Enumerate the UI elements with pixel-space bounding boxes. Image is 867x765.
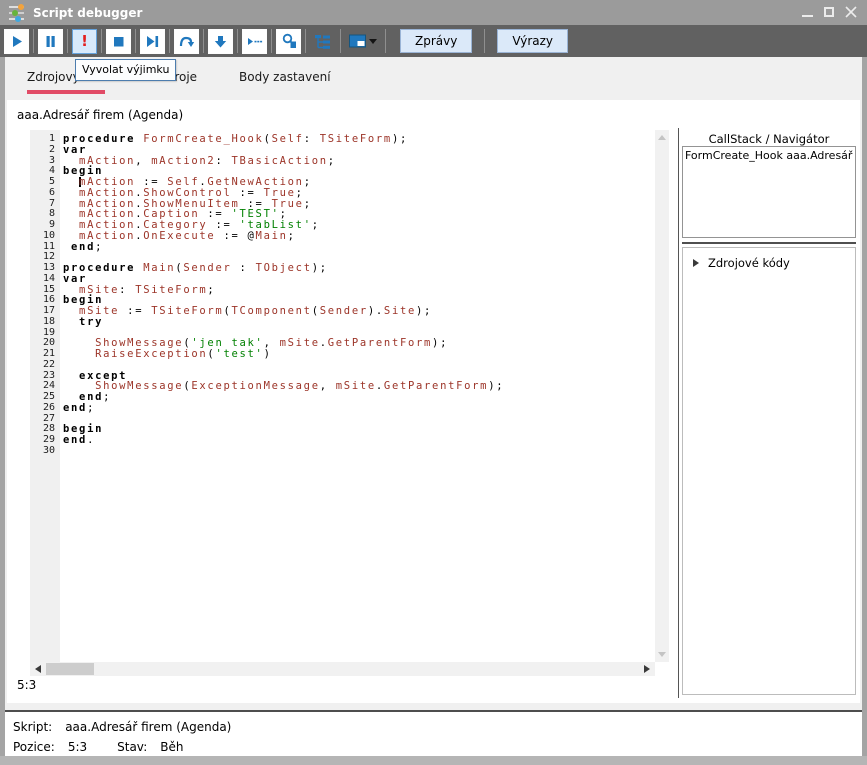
expand-arrow-icon[interactable] (693, 259, 699, 267)
vertical-scrollbar[interactable] (655, 130, 669, 662)
callstack-tree-button[interactable] (310, 29, 336, 53)
scroll-right-icon[interactable] (644, 665, 650, 673)
toolbar-separator (135, 29, 136, 53)
minimize-icon[interactable] (802, 15, 813, 17)
script-value: aaa.Adresář firem (Agenda) (65, 718, 231, 738)
status-bar: Skript: aaa.Adresář firem (Agenda) Pozic… (0, 710, 867, 756)
raise-exception-button[interactable]: ! (72, 29, 97, 54)
code-line[interactable]: ShowMessage(ExceptionMessage, mSite.GetP… (63, 381, 655, 392)
magnifier-icon (281, 33, 297, 49)
run-to-cursor-icon (246, 34, 263, 49)
panel-divider (678, 128, 679, 698)
code-line[interactable]: procedure FormCreate_Hook(Self: TSiteFor… (63, 134, 655, 145)
play-icon (9, 34, 24, 49)
app-icon (9, 5, 26, 21)
scroll-left-icon[interactable] (35, 665, 41, 673)
position-value: 5:3 (68, 738, 87, 758)
toolbar-separator (33, 29, 34, 53)
script-label: Skript: (13, 718, 52, 738)
stop-button[interactable] (106, 29, 131, 54)
step-next-icon (145, 34, 160, 49)
maximize-icon[interactable] (824, 7, 834, 17)
code-line[interactable]: mAction, mAction2: TBasicAction; (63, 156, 655, 167)
code-line[interactable]: mAction.OnExecute := @Main; (63, 231, 655, 242)
step-out-button[interactable] (208, 29, 233, 54)
evaluate-button[interactable] (276, 29, 301, 54)
code-line[interactable]: mSite := TSiteForm(TComponent(Sender).Si… (63, 306, 655, 317)
code-line[interactable]: begin (63, 424, 655, 435)
script-title: aaa.Adresář firem (Agenda) (17, 108, 183, 122)
run-button[interactable] (4, 29, 29, 54)
tooltip-vyvolat-vyjimku: Vyvolat výjimku (75, 59, 176, 81)
callstack-header: CallStack / Navigátor (682, 132, 856, 146)
window-title: Script debugger (33, 6, 142, 20)
arrow-down-icon (213, 34, 228, 49)
pause-icon (43, 34, 58, 49)
toolbar-separator (237, 29, 238, 53)
source-tree[interactable]: Zdrojové kódy (682, 247, 856, 695)
toolbar-separator (101, 29, 102, 53)
window-frame-right (862, 57, 867, 765)
code-line[interactable]: end; (63, 403, 655, 414)
code-line[interactable]: try (63, 317, 655, 328)
main-panel: aaa.Adresář firem (Agenda) 1234567891011… (7, 100, 860, 703)
callstack-panel: CallStack / Navigátor FormCreate_Hook aa… (682, 128, 856, 698)
toolbar-separator (484, 29, 485, 53)
toolbar-separator (203, 29, 204, 53)
step-next-button[interactable] (140, 29, 165, 54)
code-line[interactable]: RaiseException('test') (63, 349, 655, 360)
toolbar-separator (385, 29, 386, 53)
tree-node-label: Zdrojové kódy (708, 256, 790, 270)
code-line[interactable] (63, 360, 655, 371)
toolbar-separator (305, 29, 306, 53)
window-frame-bottom (0, 756, 867, 765)
code-line[interactable]: mSite: TSiteForm; (63, 285, 655, 296)
toolbar-separator (271, 29, 272, 53)
scroll-down-icon[interactable] (658, 652, 666, 657)
code-line[interactable]: end. (63, 435, 655, 446)
scrollbar-thumb[interactable] (46, 663, 94, 675)
close-icon[interactable] (845, 6, 857, 18)
exclamation-icon: ! (81, 34, 88, 49)
tree-list-icon (314, 33, 332, 50)
step-over-button[interactable] (174, 29, 199, 54)
title-bar: Script debugger (0, 0, 867, 25)
panel-icon (349, 34, 366, 48)
caret-position: 5:3 (17, 678, 36, 692)
toolbar-separator (67, 29, 68, 53)
callstack-list[interactable]: FormCreate_Hook aaa.Adresář fire (682, 146, 856, 238)
state-label: Stav: (117, 738, 147, 758)
run-to-cursor-button[interactable] (242, 29, 267, 54)
tab-body-zastaveni[interactable]: Body zastavení (239, 70, 331, 94)
stop-icon (111, 34, 126, 49)
tree-node-zdrojove-kody[interactable]: Zdrojové kódy (683, 248, 855, 270)
code-line[interactable]: end; (63, 242, 655, 253)
chevron-down-icon (369, 39, 377, 44)
state-value: Běh (160, 738, 183, 758)
toolbar-separator (340, 29, 341, 53)
code-lines[interactable]: procedure FormCreate_Hook(Self: TSiteFor… (60, 130, 655, 662)
callstack-item[interactable]: FormCreate_Hook aaa.Adresář fire (683, 147, 855, 163)
code-editor[interactable]: 1234567891011121314151617181920212223242… (30, 130, 655, 662)
scroll-up-icon[interactable] (658, 135, 666, 140)
debug-toolbar: ! (0, 25, 867, 57)
messages-button[interactable]: Zprávy (400, 29, 472, 53)
panel-select-button[interactable] (345, 29, 381, 53)
position-label: Pozice: (13, 738, 55, 758)
code-line[interactable]: end; (63, 392, 655, 403)
toolbar-separator (169, 29, 170, 53)
pause-button[interactable] (38, 29, 63, 54)
line-numbers: 1234567891011121314151617181920212223242… (30, 130, 60, 662)
step-over-icon (178, 34, 195, 49)
code-line[interactable]: procedure Main(Sender : TObject); (63, 263, 655, 274)
code-line[interactable] (63, 446, 655, 457)
code-line[interactable] (63, 414, 655, 425)
horizontal-scrollbar[interactable] (30, 662, 655, 676)
window-frame-left (0, 57, 5, 765)
panel-splitter[interactable] (682, 242, 856, 244)
expressions-button[interactable]: Výrazy (497, 29, 568, 53)
